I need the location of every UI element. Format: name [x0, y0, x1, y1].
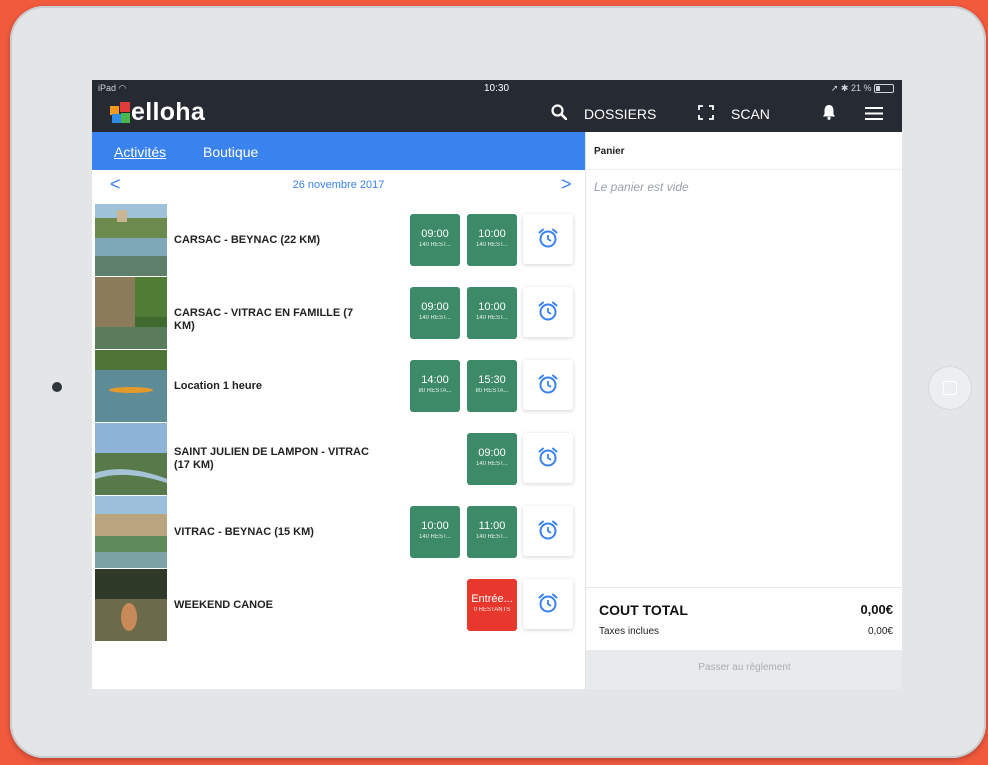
alarm-button[interactable]: [523, 579, 573, 629]
time-slot-button[interactable]: 09:00 140 REST...: [467, 433, 517, 485]
scan-button[interactable]: SCAN: [731, 106, 770, 122]
cart-panel: Panier Le panier est vide COUT TOTAL 0,0…: [585, 132, 902, 689]
activity-title: Location 1 heure: [174, 380, 263, 392]
location-icon: ➚: [830, 83, 839, 93]
menu-icon[interactable]: [865, 107, 883, 120]
activity-thumbnail: [95, 277, 167, 349]
alarm-clock-icon: [538, 520, 558, 540]
activity-title: WEEKEND CANOE: [174, 599, 274, 611]
activity-title: VITRAC - BEYNAC (15 KM): [174, 526, 314, 538]
activity-title: CARSAC - BEYNAC (22 KM): [174, 234, 321, 246]
time-slot-button[interactable]: 09:00 140 REST...: [410, 287, 460, 339]
alarm-button[interactable]: [523, 287, 573, 337]
bell-icon[interactable]: [822, 104, 836, 120]
tab-boutique[interactable]: Boutique: [203, 144, 258, 160]
activity-row[interactable]: VITRAC - BEYNAC (15 KM) 10:00 140 REST...…: [95, 496, 585, 568]
search-icon[interactable]: [551, 104, 567, 120]
alarm-button[interactable]: [523, 433, 573, 483]
alarm-clock-icon: [538, 228, 558, 248]
tab-bar: Activités Boutique: [92, 132, 585, 170]
activity-thumbnail: [95, 423, 167, 495]
cart-header: Panier: [594, 146, 625, 157]
alarm-clock-icon: [538, 374, 558, 394]
cart-divider: [586, 169, 902, 170]
app-logo[interactable]: elloha: [110, 98, 205, 127]
activity-thumbnail: [95, 204, 167, 276]
cart-empty-message: Le panier est vide: [594, 180, 689, 194]
tax-value: 0,00€: [867, 626, 893, 637]
date-navigator: < 26 novembre 2017 >: [92, 170, 585, 200]
home-square-icon: [943, 381, 957, 395]
total-divider: [586, 587, 902, 588]
date-label[interactable]: 26 novembre 2017: [92, 179, 585, 191]
status-battery: ➚ ✱ 21 %: [831, 83, 894, 94]
top-bar: iPad ​◠ 10:30 ➚ ✱ 21 % elloha DOSSIERS S…: [92, 80, 902, 132]
alarm-clock-icon: [538, 593, 558, 613]
home-button[interactable]: [928, 366, 972, 410]
activity-row[interactable]: Location 1 heure 14:00 80 RESTA... 15:30 8…: [95, 350, 585, 422]
time-slot-button[interactable]: 10:00 140 REST...: [467, 287, 517, 339]
time-slot-button[interactable]: 09:00 140 REST...: [410, 214, 460, 266]
alarm-button[interactable]: [523, 214, 573, 264]
app-screen: iPad ​◠ 10:30 ➚ ✱ 21 % elloha DOSSIERS S…: [92, 80, 902, 689]
logo-mark-icon: [110, 101, 130, 124]
activity-thumbnail: [95, 496, 167, 568]
alarm-clock-icon: [538, 301, 558, 321]
alarm-button[interactable]: [523, 360, 573, 410]
activity-thumbnail: [95, 350, 167, 422]
date-next-button[interactable]: >: [561, 174, 572, 194]
total-label: COUT TOTAL: [599, 602, 688, 618]
activity-row[interactable]: CARSAC - BEYNAC (22 KM) 09:00 140 REST...…: [95, 204, 585, 276]
total-value: 0,00€: [860, 602, 893, 617]
time-slot-button[interactable]: 15:30 80 RESTA...: [467, 360, 517, 412]
wifi-icon: ◠: [118, 83, 127, 93]
pay-button[interactable]: Passer au règlement: [586, 650, 902, 689]
activity-thumbnail: [95, 569, 167, 641]
activity-row[interactable]: CARSAC - VITRAC EN FAMILLE (7 KM) 09:00 1…: [95, 277, 585, 349]
tab-activites[interactable]: Activités: [114, 144, 166, 160]
time-slot-full-button[interactable]: Entrée... 0 RESTANTS: [467, 579, 517, 631]
camera-dot: [52, 382, 62, 392]
activity-title: CARSAC - VITRAC EN FAMILLE (7 KM): [174, 307, 354, 332]
alarm-clock-icon: [538, 447, 558, 467]
time-slot-button[interactable]: 10:00 140 REST...: [410, 506, 460, 558]
status-time: 10:30: [484, 83, 510, 94]
time-slot-button[interactable]: 14:00 80 RESTA...: [410, 360, 460, 412]
activity-title: SAINT JULIEN DE LAMPON - VITRAC (17 KM): [174, 446, 369, 471]
activity-row[interactable]: SAINT JULIEN DE LAMPON - VITRAC (17 KM) …: [95, 423, 585, 495]
tax-label: Taxes inclues: [599, 626, 660, 637]
battery-icon: [874, 84, 894, 94]
scan-icon[interactable]: [698, 105, 714, 120]
alarm-button[interactable]: [523, 506, 573, 556]
time-slot-button[interactable]: 10:00 140 REST...: [467, 214, 517, 266]
dossiers-button[interactable]: DOSSIERS: [584, 106, 656, 122]
time-slot-button[interactable]: 11:00 140 REST...: [467, 506, 517, 558]
status-carrier: iPad ​◠: [98, 83, 127, 93]
logo-text: elloha: [131, 98, 206, 126]
activity-row[interactable]: WEEKEND CANOE Entrée... 0 RESTANTS: [95, 569, 585, 641]
bluetooth-icon: ✱: [840, 83, 849, 93]
